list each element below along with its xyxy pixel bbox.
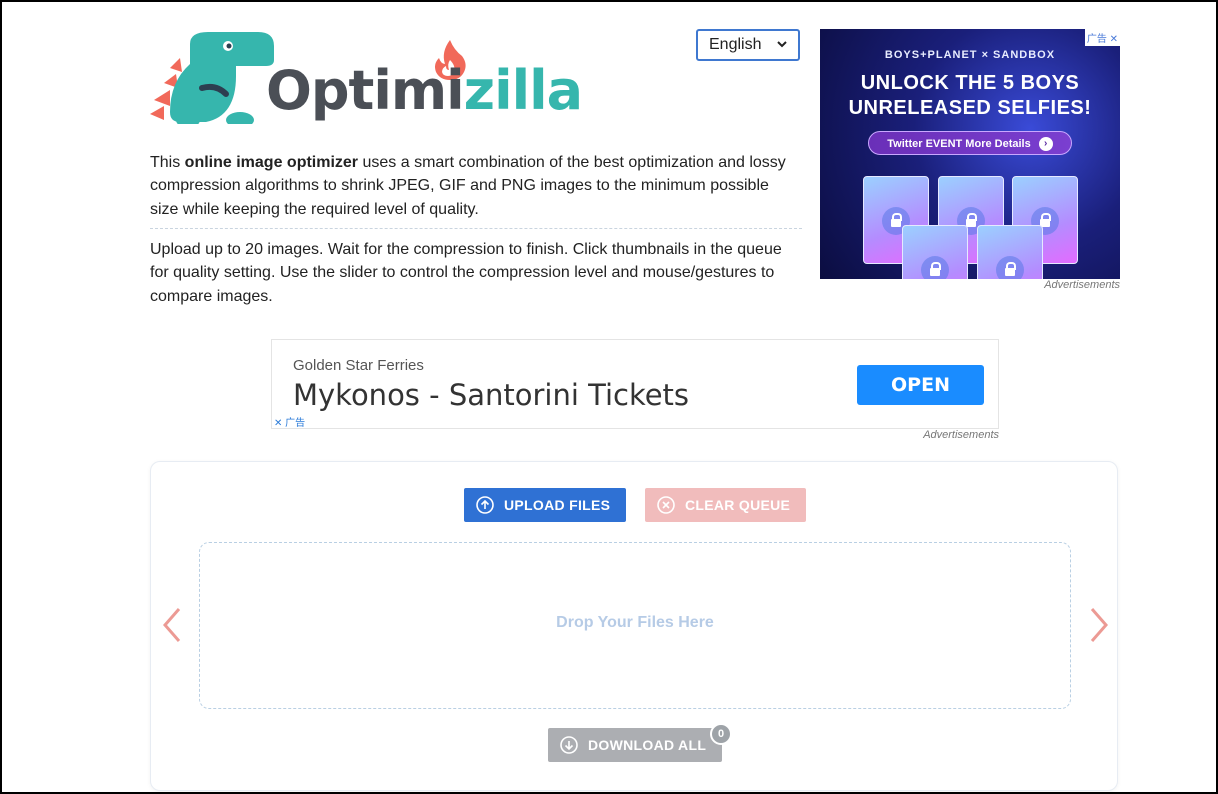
dinosaur-logo-icon	[150, 32, 274, 128]
ad-title: Mykonos - Santorini Tickets	[293, 378, 690, 412]
ad-banner-right[interactable]: BOYS+PLANET × SANDBOX UNLOCK THE 5 BOYS …	[820, 29, 1120, 279]
clear-icon	[657, 496, 675, 514]
ad-choices-tag[interactable]: 广告 ✕	[1084, 29, 1120, 46]
ad-headline-line1: UNLOCK THE 5 BOYS	[860, 72, 1080, 94]
clear-queue-label: CLEAR QUEUE	[685, 497, 791, 513]
locked-card	[977, 225, 1043, 279]
ad-cta-button[interactable]: Twitter EVENT More Details ›	[868, 131, 1072, 155]
intro-instructions: Upload up to 20 images. Wait for the com…	[150, 241, 782, 305]
locked-card	[902, 225, 968, 279]
chevron-left-icon[interactable]	[161, 607, 183, 643]
lock-icon	[996, 256, 1024, 279]
chevron-right-icon[interactable]	[1088, 607, 1110, 643]
ad-choices-tag[interactable]: ✕ 广告	[274, 414, 305, 429]
logo-text-part2: zilla	[463, 59, 583, 122]
ad-cta-label: Twitter EVENT More Details	[887, 138, 1031, 150]
download-count-badge: 0	[710, 723, 732, 745]
ad-tag-label: 广告	[285, 418, 306, 429]
ad-open-button[interactable]: OPEN	[857, 365, 984, 405]
chevron-down-icon	[777, 41, 787, 48]
ad-headline-line2: UNRELEASED SELFIES!	[848, 97, 1092, 119]
ad-tag-label: 广告	[1086, 34, 1107, 45]
ad-label-right: Advertisements	[1044, 279, 1120, 291]
upload-icon	[476, 496, 494, 514]
clear-queue-button[interactable]: CLEAR QUEUE	[645, 488, 806, 522]
logo-text-part1: Optimi	[266, 59, 465, 122]
ad-banner-middle[interactable]: Golden Star Ferries Mykonos - Santorini …	[271, 339, 999, 429]
ad-headline: UNLOCK THE 5 BOYS UNRELEASED SELFIES!	[820, 71, 1120, 121]
optimizilla-logo[interactable]: Optimizilla	[150, 28, 583, 128]
ad-label-middle: Advertisements	[923, 429, 999, 441]
download-all-button[interactable]: DOWNLOAD ALL	[548, 728, 722, 762]
drop-zone-text: Drop Your Files Here	[556, 614, 714, 631]
lock-icon	[921, 256, 949, 279]
close-icon: ✕	[274, 418, 286, 429]
upload-files-button[interactable]: UPLOAD FILES	[464, 488, 626, 522]
close-icon: ✕	[1106, 34, 1118, 45]
arrow-right-icon: ›	[1038, 137, 1053, 152]
intro-description: This online image optimizer uses a smart…	[150, 151, 800, 221]
ad-brand: BOYS+PLANET × SANDBOX	[884, 49, 1056, 61]
language-select-value: English	[709, 36, 762, 53]
intro-pre: This	[150, 154, 185, 171]
intro-bold: online image optimizer	[184, 154, 359, 171]
download-icon	[560, 736, 578, 754]
intro-divider	[150, 228, 802, 229]
language-select[interactable]: English	[696, 29, 800, 61]
download-all-label: DOWNLOAD ALL	[588, 737, 707, 753]
upload-files-label: UPLOAD FILES	[504, 497, 611, 513]
logo-wordmark: Optimizilla	[266, 64, 583, 118]
ad-advertiser: Golden Star Ferries	[293, 357, 424, 374]
